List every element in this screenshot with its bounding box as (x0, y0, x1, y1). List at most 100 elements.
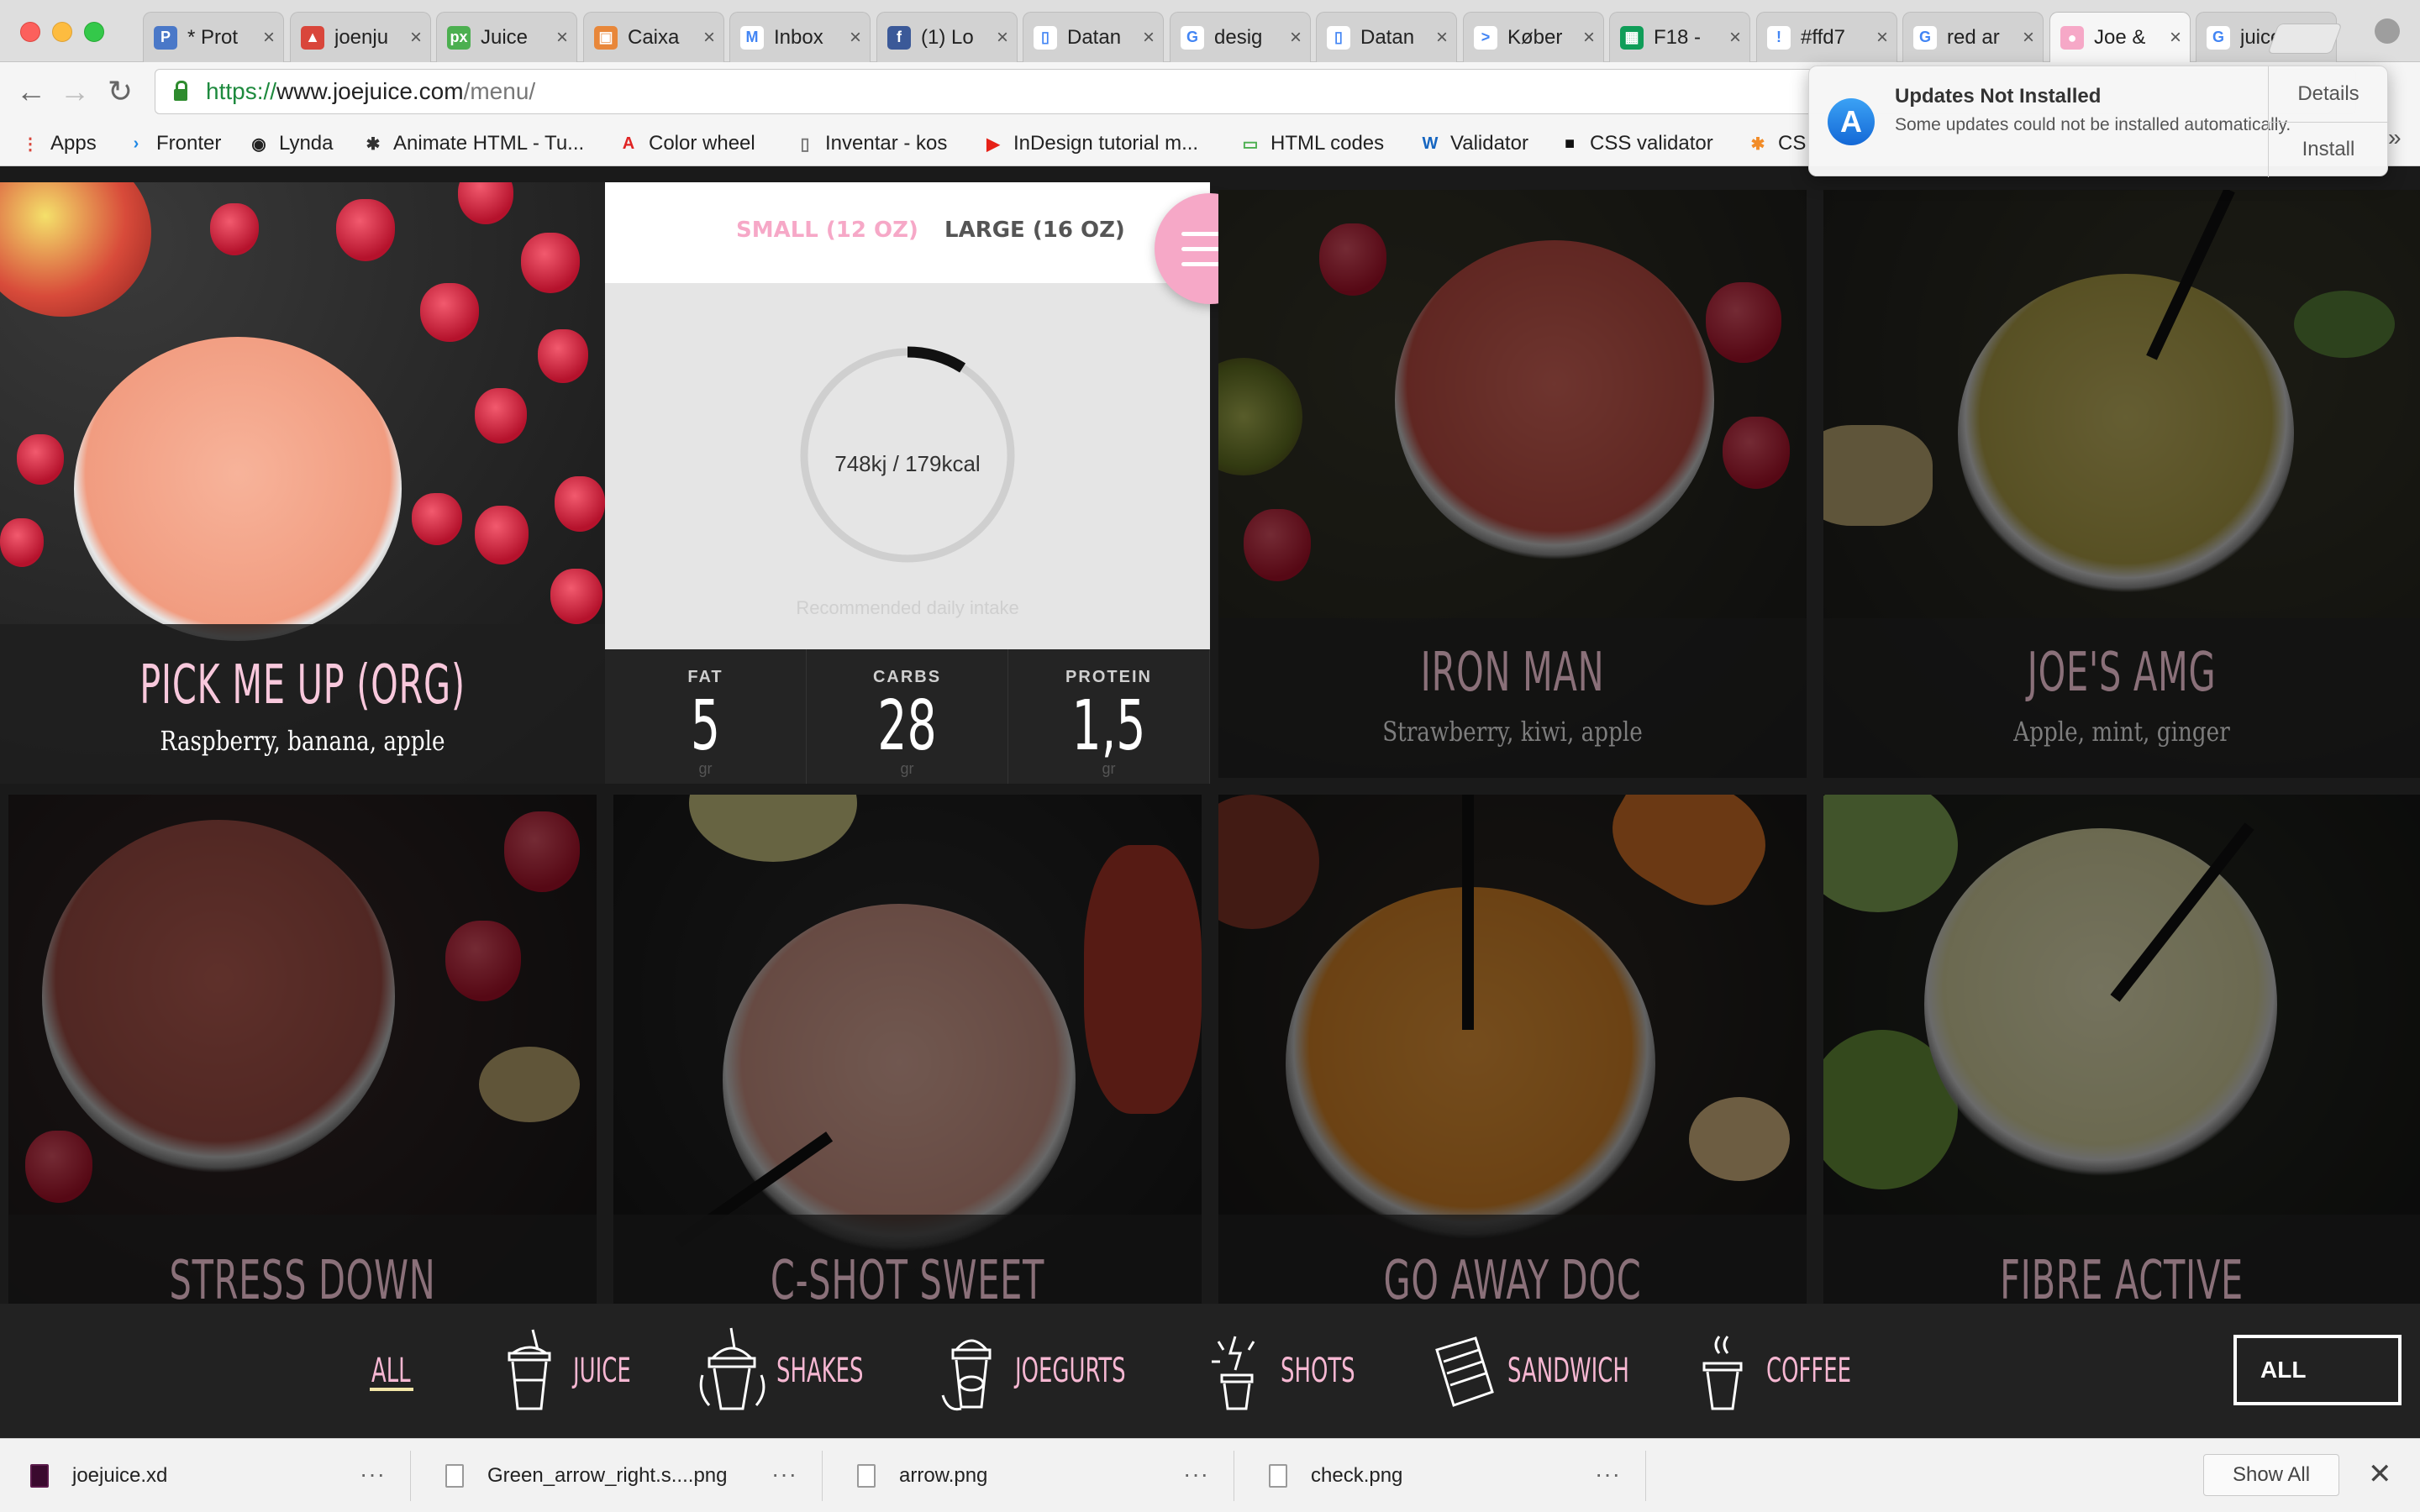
browser-tab[interactable]: ! #ffd7 × (1756, 12, 1897, 62)
bookmark-item[interactable]: ▶ InDesign tutorial m... (983, 128, 1198, 160)
product-card[interactable]: STRESS DOWN (8, 795, 597, 1307)
category-label: JUICE (573, 1352, 631, 1390)
coffee-icon (1702, 1336, 1743, 1410)
tab-close-icon[interactable]: × (997, 26, 1008, 50)
tab-close-icon[interactable]: × (850, 26, 861, 50)
product-title: GO AWAY DOC (1383, 1250, 1642, 1307)
bookmark-label: Fronter (156, 132, 222, 155)
browser-tab[interactable]: ● Joe & × (2049, 12, 2191, 63)
tab-close-icon[interactable]: × (1143, 26, 1155, 50)
tab-close-icon[interactable]: × (1583, 26, 1595, 50)
browser-tab[interactable]: Gdesig × (1170, 12, 1311, 62)
browser-tab[interactable]: > Køber × (1463, 12, 1604, 62)
show-all-downloads-button[interactable]: Show All (2203, 1454, 2339, 1496)
bookmark-item[interactable]: ▯ Inventar - kos (795, 128, 947, 160)
bookmark-item[interactable]: › Fronter (126, 128, 222, 160)
browser-tab[interactable]: px Juice × (436, 12, 577, 62)
tab-close-icon[interactable]: × (1290, 26, 1302, 50)
browser-tab[interactable]: ▣ Caixa × (583, 12, 724, 62)
tab-close-icon[interactable]: × (1729, 26, 1741, 50)
tab-title: desig (1214, 25, 1263, 49)
category-juice[interactable]: JUICE (494, 1304, 653, 1438)
download-item[interactable]: joejuice.xd (30, 1439, 167, 1512)
bookmark-label: HTML codes (1270, 132, 1385, 155)
tab-title: joenju (334, 25, 389, 49)
bookmark-item[interactable]: ▭ HTML codes (1240, 128, 1385, 160)
product-card[interactable]: C-SHOT SWEET (613, 795, 1202, 1307)
profile-avatar[interactable] (2375, 18, 2400, 44)
bookmark-item[interactable]: ✱ CS (1748, 128, 1807, 160)
notification-install-button[interactable]: Install (2268, 122, 2389, 177)
browser-tab[interactable]: P * Prot × (143, 12, 284, 62)
fronter-icon: › (133, 134, 139, 153)
category-coffee[interactable]: COFFEE (1687, 1304, 1884, 1438)
browser-tab[interactable]: Gred ar × (1902, 12, 2044, 62)
browser-tab[interactable]: M Inbox × (729, 12, 871, 62)
category-joegurts[interactable]: JOEGURTS (936, 1304, 1169, 1438)
category-shakes[interactable]: SHAKES (697, 1304, 897, 1438)
window-zoom-button[interactable] (84, 22, 104, 42)
back-button[interactable]: ← (12, 72, 50, 111)
bookmark-item[interactable]: ◉ Lynda (249, 128, 333, 160)
reload-button[interactable]: ↻ (101, 72, 139, 111)
download-item[interactable]: Green_arrow_right.s....png (445, 1439, 727, 1512)
sandwich-icon (1435, 1336, 1494, 1407)
forward-button[interactable]: → (55, 72, 94, 111)
download-item[interactable]: check.png (1269, 1439, 1402, 1512)
bookmark-item[interactable]: ⋮ Apps (20, 128, 97, 160)
category-shots[interactable]: SHOTS (1202, 1304, 1384, 1438)
tab-close-icon[interactable]: × (2170, 26, 2181, 50)
notification-details-button[interactable]: Details (2268, 66, 2389, 122)
tab-title: #ffd7 (1801, 25, 1845, 49)
product-title: STRESS DOWN (169, 1250, 436, 1307)
new-tab-button[interactable] (2267, 24, 2343, 54)
browser-tab[interactable]: ▲ joenju × (290, 12, 431, 62)
tab-close-icon[interactable]: × (2023, 26, 2034, 50)
bookmark-item[interactable]: ■ CSS validator (1560, 128, 1713, 160)
product-card[interactable]: IRON MAN Strawberry, kiwi, apple (1218, 190, 1807, 778)
bookmark-label: Validator (1450, 132, 1528, 155)
download-menu-button[interactable]: ··· (771, 1461, 797, 1488)
nutrition-value: 28 (877, 686, 937, 766)
tab-close-icon[interactable]: × (263, 26, 275, 50)
category-sandwich[interactable]: SANDWICH (1428, 1304, 1676, 1438)
close-downloads-bar-button[interactable]: ✕ (2368, 1457, 2392, 1491)
window-close-button[interactable] (20, 22, 40, 42)
bookmarks-overflow-button[interactable]: » (2388, 124, 2402, 151)
product-title: C-SHOT SWEET (770, 1250, 1045, 1307)
update-notification: A Updates Not Installed Some updates cou… (1808, 66, 2389, 177)
size-large-option[interactable]: LARGE (16 OZ) (944, 218, 1125, 243)
category-select[interactable]: ALL (2233, 1335, 2402, 1405)
tab-close-icon[interactable]: × (556, 26, 568, 50)
category-all[interactable]: ALL (371, 1304, 426, 1438)
product-card[interactable]: FIBRE ACTIVE (1823, 795, 2420, 1307)
download-menu-button[interactable]: ··· (1595, 1461, 1621, 1488)
browser-tab[interactable]: ▯ Datan × (1316, 12, 1457, 62)
tab-close-icon[interactable]: × (703, 26, 715, 50)
tab-title: F18 - (1654, 25, 1702, 49)
product-card[interactable]: GO AWAY DOC (1218, 795, 1807, 1307)
download-menu-button[interactable]: ··· (360, 1461, 386, 1488)
category-label: JOEGURTS (1015, 1352, 1126, 1390)
browser-tab[interactable]: ▯ Datan × (1023, 12, 1164, 62)
tab-close-icon[interactable]: × (1436, 26, 1448, 50)
category-label: SHAKES (776, 1352, 864, 1390)
size-small-option[interactable]: SMALL (12 OZ) (736, 218, 918, 243)
joegurt-icon (941, 1339, 992, 1411)
tab-close-icon[interactable]: × (1876, 26, 1888, 50)
url-host: www.joejuice.com (276, 78, 464, 104)
product-card[interactable]: JOE'S AMG Apple, mint, ginger (1823, 190, 2420, 778)
lynda-icon: ◉ (251, 134, 266, 154)
browser-tab[interactable]: f (1) Lo × (876, 12, 1018, 62)
bookmark-item[interactable]: ✱ Animate HTML - Tu... (363, 128, 585, 160)
featured-product-card[interactable]: PICK ME UP (ORG) Raspberry, banana, appl… (0, 182, 605, 784)
bookmark-label: CS (1778, 132, 1807, 155)
tab-title: Juice (481, 25, 529, 49)
bookmark-item[interactable]: W Validator (1420, 128, 1528, 160)
download-menu-button[interactable]: ··· (1183, 1461, 1209, 1488)
browser-tab[interactable]: ▦ F18 - × (1609, 12, 1750, 62)
tab-close-icon[interactable]: × (410, 26, 422, 50)
bookmark-item[interactable]: A Color wheel (618, 128, 755, 160)
window-minimize-button[interactable] (52, 22, 72, 42)
download-item[interactable]: arrow.png (857, 1439, 987, 1512)
